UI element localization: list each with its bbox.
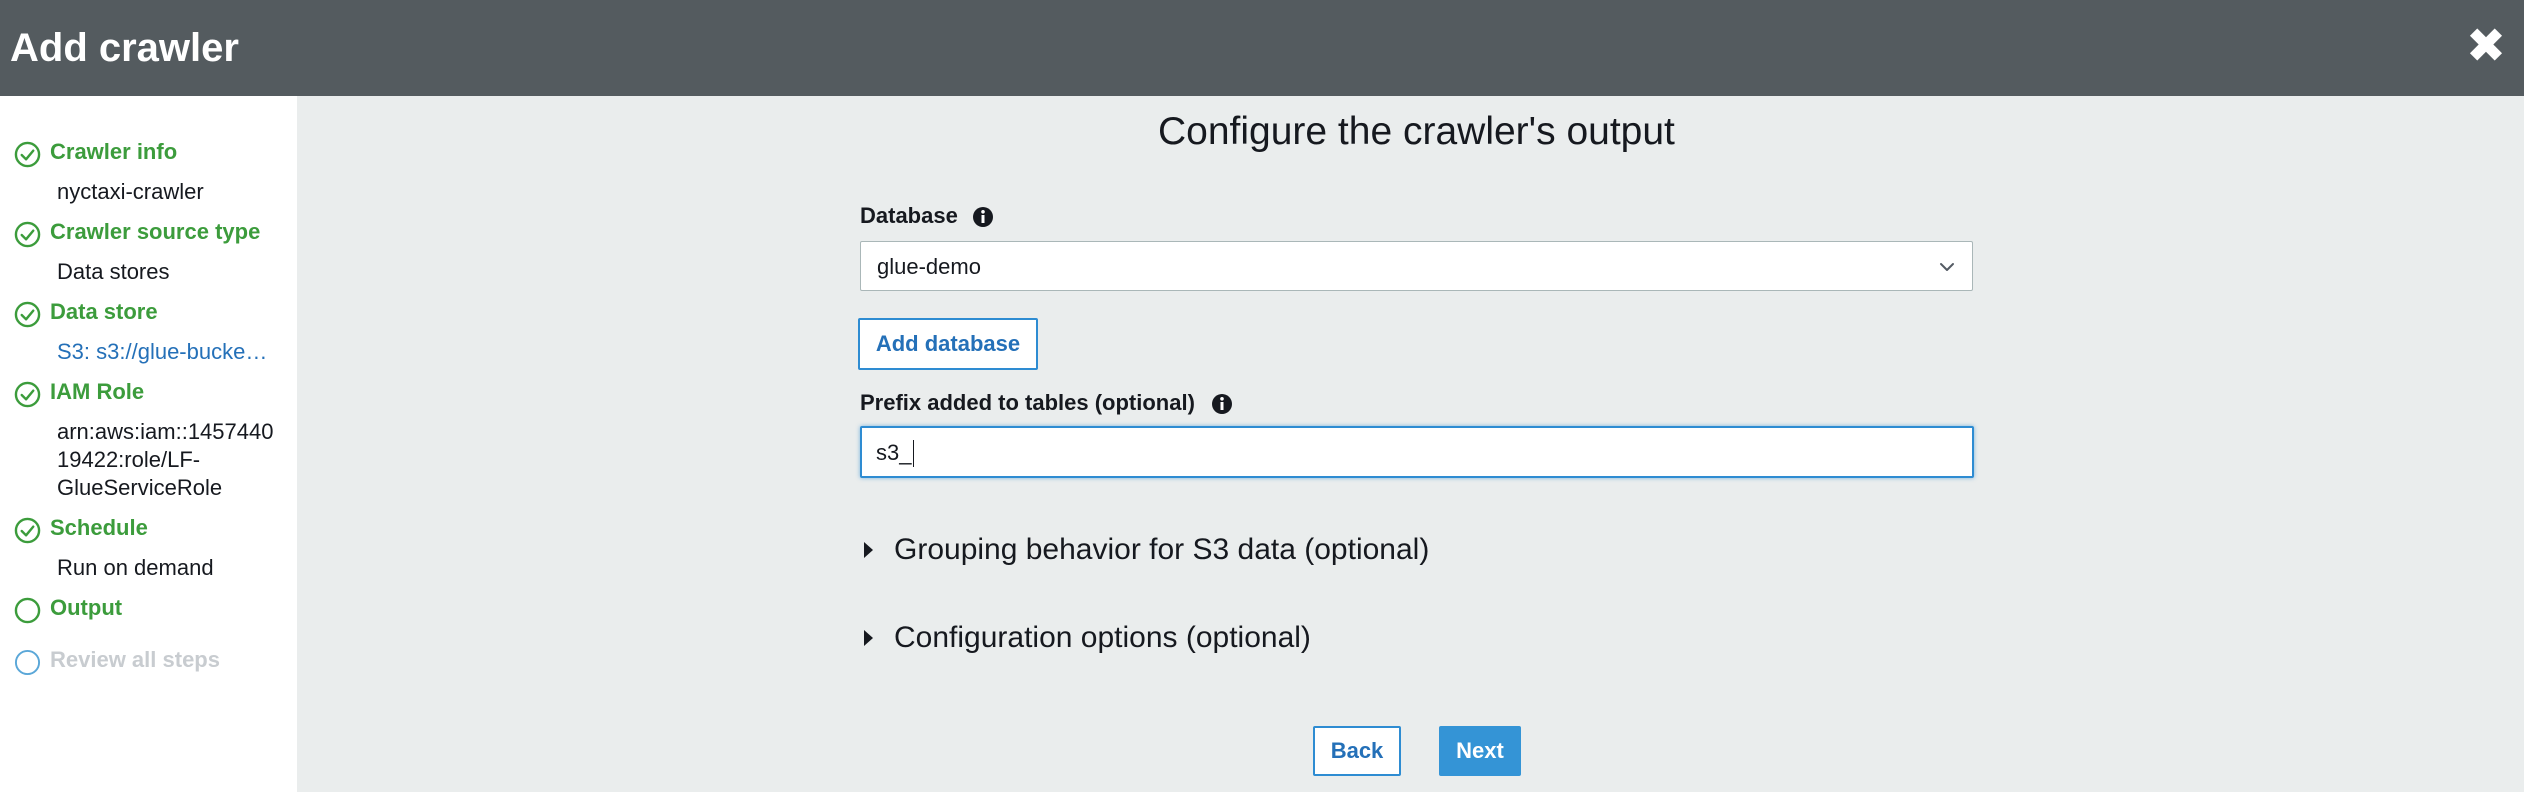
step-data-store-link[interactable]: S3: s3://glue-bucke… [57,338,287,366]
check-circle-icon [14,517,41,544]
modal-title: Add crawler [10,26,239,70]
table-prefix-value: s3_ [876,440,912,465]
table-prefix-input[interactable]: s3_ [860,426,1974,478]
step-output[interactable]: Output [50,594,122,622]
check-circle-icon [14,221,41,248]
step-iam-role-value-line2: 19422:role/LF- [57,447,201,472]
info-icon[interactable] [1211,393,1233,415]
circle-icon [14,649,41,676]
caret-right-icon [864,542,873,558]
next-button[interactable]: Next [1439,726,1521,776]
steps-sidebar: Crawler info nyctaxi-crawler Crawler sou… [0,96,297,792]
back-button[interactable]: Back [1313,726,1401,776]
step-iam-role-value-line3: GlueServiceRole [57,475,223,500]
chevron-down-icon [1940,263,1954,271]
caret-right-icon [864,630,873,646]
configuration-options-expander[interactable]: Configuration options (optional) [864,619,1364,657]
database-select-value: glue-demo [877,254,981,279]
step-crawler-source-type[interactable]: Crawler source type [50,218,260,246]
check-circle-icon [14,381,41,408]
step-crawler-source-type-value: Data stores [57,259,170,284]
close-icon[interactable]: ✖ [2464,22,2508,72]
step-review-all-steps: Review all steps [50,647,220,672]
configuration-options-label: Configuration options (optional) [894,621,1311,654]
add-database-button[interactable]: Add database [858,318,1038,370]
step-data-store[interactable]: Data store [50,298,158,326]
step-crawler-info-value: nyctaxi-crawler [57,179,204,204]
step-crawler-info[interactable]: Crawler info [50,138,177,166]
step-iam-role-value-line1: arn:aws:iam::1457440 [57,419,274,444]
step-schedule[interactable]: Schedule [50,514,148,542]
prefix-label: Prefix added to tables (optional) [860,390,1195,415]
modal-header: Add crawler ✖ [0,0,2524,96]
check-circle-icon [14,141,41,168]
step-schedule-value: Run on demand [57,555,214,580]
page-title: Configure the crawler's output [1158,110,1675,153]
grouping-behavior-expander[interactable]: Grouping behavior for S3 data (optional) [864,531,1464,569]
database-select[interactable]: glue-demo [860,241,1973,291]
circle-icon [14,597,41,624]
database-label: Database [860,203,958,228]
info-icon[interactable] [972,206,994,228]
check-circle-icon [14,301,41,328]
step-iam-role[interactable]: IAM Role [50,378,144,406]
grouping-behavior-label: Grouping behavior for S3 data (optional) [894,533,1430,566]
text-cursor [913,440,914,467]
